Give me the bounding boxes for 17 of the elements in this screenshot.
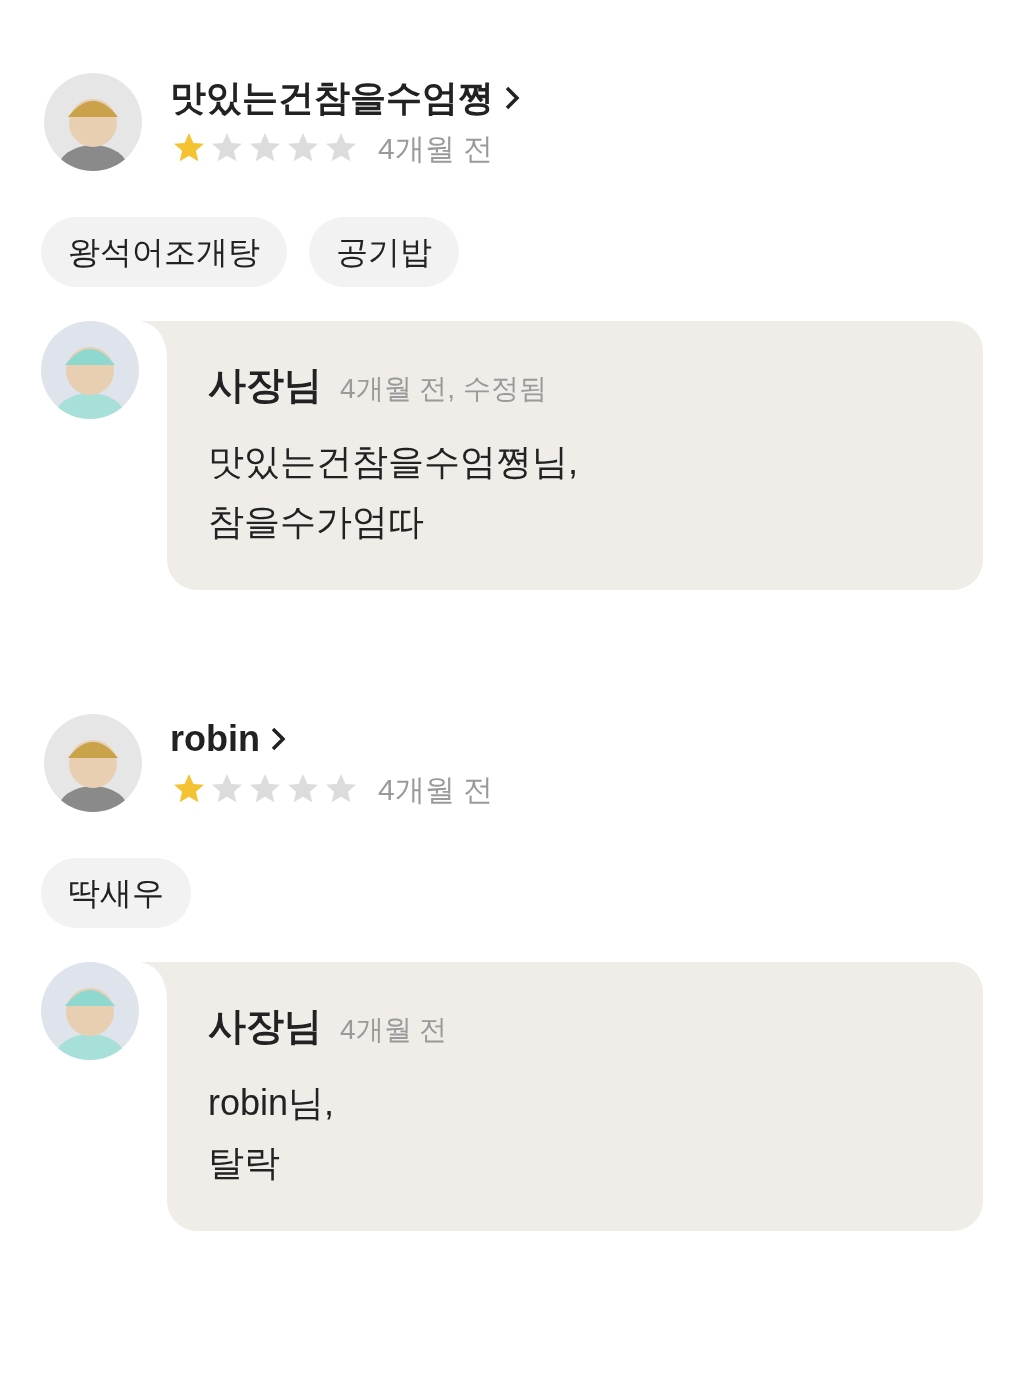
reply-author: 사장님 xyxy=(208,1004,322,1049)
review-time: 4개월 전 xyxy=(378,771,494,808)
reviewer-name-link[interactable]: robin xyxy=(170,714,494,763)
reply-author: 사장님 xyxy=(208,363,322,408)
reply-time: 4개월 전, 수정됨 xyxy=(340,372,547,406)
chevron-right-icon xyxy=(270,725,286,752)
reply-text: 맛있는건참을수엄쪙님, xyxy=(208,440,579,484)
menu-tag: 공기밥 xyxy=(309,217,459,287)
menu-tag: 딱새우 xyxy=(41,858,191,928)
reply-text: robin님, xyxy=(208,1081,336,1125)
reviewer-name-link[interactable]: 맛있는건참을수엄쪙 xyxy=(170,73,520,122)
reply-time: 4개월 전 xyxy=(340,1013,448,1047)
chevron-right-icon xyxy=(504,84,520,111)
reply-text: 탈락 xyxy=(208,1141,281,1185)
reply-text: 참을수가엄따 xyxy=(208,500,425,544)
review-time: 4개월 전 xyxy=(378,130,494,167)
menu-tag: 왕석어조개탕 xyxy=(41,217,287,287)
